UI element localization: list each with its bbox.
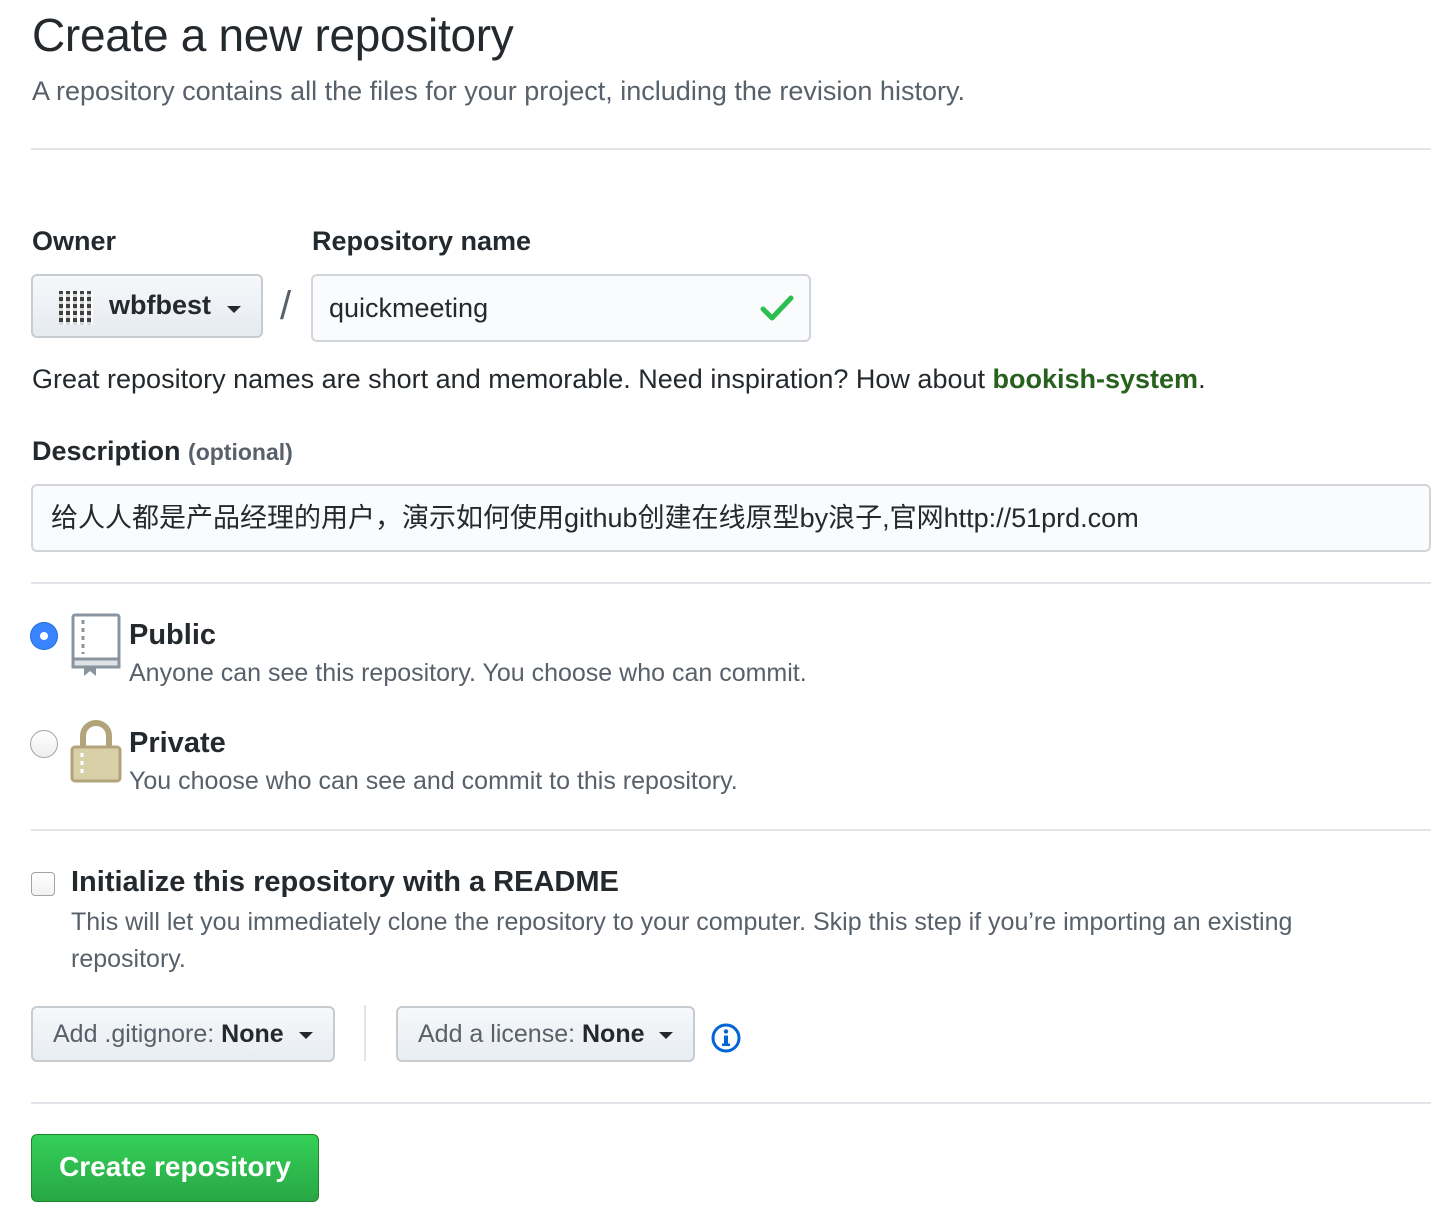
- create-repository-button[interactable]: Create repository: [31, 1134, 319, 1202]
- gitignore-prefix: Add .gitignore:: [53, 1020, 222, 1048]
- vertical-divider: [364, 1005, 366, 1061]
- divider: [31, 148, 1431, 150]
- description-input[interactable]: 给人人都是产品经理的用户，演示如何使用github创建在线原型by浪子,官网ht…: [31, 484, 1431, 552]
- license-select-button[interactable]: Add a license: None: [396, 1006, 696, 1062]
- hint-text: Great repository names are short and mem…: [32, 364, 993, 394]
- divider: [31, 1102, 1431, 1104]
- chevron-down-icon: [227, 306, 241, 313]
- owner-label: Owner: [32, 226, 117, 256]
- name-suggestion-link[interactable]: bookish-system: [993, 364, 1199, 394]
- hint-end: .: [1198, 364, 1206, 394]
- page-subtitle: A repository contains all the files for …: [32, 76, 965, 106]
- private-desc: You choose who can see and commit to thi…: [129, 767, 738, 795]
- info-icon[interactable]: [710, 1022, 742, 1054]
- public-radio[interactable]: [30, 622, 58, 650]
- public-desc: Anyone can see this repository. You choo…: [129, 659, 807, 687]
- repo-name-input[interactable]: quickmeeting: [311, 274, 811, 342]
- owner-repo-separator: /: [280, 284, 292, 328]
- name-hint: Great repository names are short and mem…: [32, 364, 1206, 395]
- chevron-down-icon: [298, 1031, 313, 1039]
- owner-select-button[interactable]: wbfbest: [31, 274, 263, 338]
- repo-name-label: Repository name: [312, 226, 532, 256]
- divider: [31, 829, 1431, 831]
- page-title: Create a new repository: [32, 9, 514, 61]
- readme-title: Initialize this repository with a README: [71, 866, 619, 898]
- description-label-text: Description: [32, 436, 181, 466]
- description-label: Description (optional): [32, 436, 293, 467]
- avatar: [59, 291, 93, 325]
- lock-icon: [70, 720, 122, 783]
- gitignore-select-button[interactable]: Add .gitignore: None: [31, 1006, 335, 1062]
- license-prefix: Add a license:: [418, 1020, 582, 1048]
- public-title: Public: [129, 619, 217, 651]
- gitignore-value: None: [221, 1020, 284, 1048]
- optional-label: (optional): [188, 439, 293, 465]
- readme-desc: This will let you immediately clone the …: [71, 908, 1293, 973]
- private-radio[interactable]: [30, 730, 58, 758]
- private-title: Private: [129, 727, 226, 759]
- license-value: None: [582, 1020, 645, 1048]
- owner-name: wbfbest: [109, 290, 212, 320]
- readme-checkbox[interactable]: [31, 872, 55, 896]
- chevron-down-icon: [659, 1031, 674, 1039]
- repo-book-icon: [71, 613, 121, 676]
- divider: [31, 582, 1431, 584]
- check-icon: [760, 295, 794, 321]
